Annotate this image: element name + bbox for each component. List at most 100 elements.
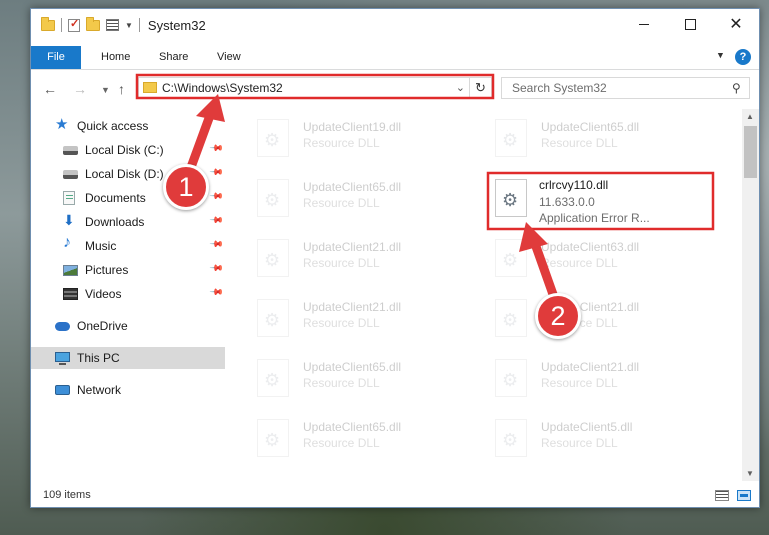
tab-home[interactable]: Home — [101, 46, 130, 69]
dll-file-icon — [495, 119, 527, 157]
forward-button[interactable]: → — [73, 81, 87, 97]
back-button[interactable]: ← — [43, 81, 57, 97]
file-name: UpdateClient65.dll — [303, 180, 402, 194]
file-name: UpdateClient5.dll — [541, 420, 633, 434]
close-button[interactable]: ✕ — [713, 9, 759, 39]
file-item[interactable]: UpdateClient65.dll Resource DLL — [231, 353, 457, 405]
file-item[interactable]: UpdateClient21.dll Resource DLL — [231, 293, 457, 345]
step-1-callout: 1 — [163, 164, 209, 210]
file-item[interactable]: UpdateClient21.dll Resource DLL — [469, 353, 695, 405]
file-item[interactable]: UpdateClient21.dll Resource DLL — [469, 293, 695, 345]
sidebar-item-label: Quick access — [77, 119, 149, 133]
file-type: Resource DLL — [303, 376, 380, 390]
up-button[interactable]: ↑ — [118, 81, 125, 97]
sidebar-item-this-pc[interactable]: This PC — [31, 347, 225, 369]
file-type: Resource DLL — [541, 436, 618, 450]
sidebar-item-local-disk-c[interactable]: Local Disk (C:) 📌 — [31, 139, 225, 161]
large-icons-view-icon[interactable] — [737, 490, 751, 501]
file-item-crlrcvy110[interactable]: crlrcvy110.dll 11.633.0.0 Application Er… — [495, 173, 721, 225]
documents-icon — [63, 191, 75, 205]
sidebar-item-music[interactable]: Music 📌 — [31, 234, 225, 257]
file-item[interactable]: UpdateClient19.dll Resource DLL — [231, 113, 457, 165]
details-view-icon[interactable] — [715, 490, 729, 501]
divider — [61, 18, 62, 32]
dll-file-icon — [257, 179, 289, 217]
dll-file-icon — [257, 359, 289, 397]
file-name: UpdateClient65.dll — [303, 420, 402, 434]
pin-icon[interactable]: 📌 — [209, 165, 224, 181]
network-icon — [55, 385, 70, 395]
properties-icon[interactable] — [106, 19, 119, 31]
file-description: Application Error R... — [539, 211, 650, 225]
pin-icon[interactable]: 📌 — [209, 237, 224, 253]
drive-icon — [63, 170, 78, 179]
sidebar-item-videos[interactable]: Videos 📌 — [31, 283, 225, 305]
address-path[interactable]: C:\Windows\System32 — [162, 81, 283, 95]
minimize-button[interactable] — [621, 9, 667, 39]
dll-file-icon — [495, 359, 527, 397]
sidebar-item-label: Music — [85, 239, 117, 253]
file-explorer-window: ▼ System32 ✕ File Home Share View ▲ ? ← … — [30, 8, 760, 508]
file-item[interactable]: UpdateClient65.dll Resource DLL — [469, 113, 695, 165]
sidebar-item-quick-access[interactable]: Quick access — [31, 115, 225, 137]
file-item[interactable]: UpdateClient65.dll Resource DLL — [231, 413, 457, 465]
tab-share[interactable]: Share — [159, 46, 188, 69]
file-item[interactable]: UpdateClient63.dll Resource DLL — [469, 233, 695, 285]
scrollbar-thumb[interactable] — [744, 126, 757, 178]
pictures-icon — [63, 265, 78, 276]
sidebar-item-downloads[interactable]: Downloads 📌 — [31, 211, 225, 233]
file-type: Resource DLL — [541, 136, 618, 150]
tab-file[interactable]: File — [31, 46, 81, 69]
sidebar-item-network[interactable]: Network — [31, 379, 225, 401]
recent-locations-dropdown-icon[interactable]: ▼ — [101, 85, 110, 95]
properties-check-icon[interactable] — [68, 17, 80, 32]
file-type: Resource DLL — [303, 136, 380, 150]
onedrive-icon — [55, 322, 70, 331]
tab-view[interactable]: View — [217, 46, 241, 69]
search-input[interactable]: Search System32 ⚲ — [501, 77, 750, 99]
customize-toolbar-dropdown-icon[interactable]: ▼ — [125, 21, 133, 30]
sidebar-item-onedrive[interactable]: OneDrive — [31, 315, 225, 337]
expand-ribbon-icon[interactable]: ▲ — [716, 51, 725, 61]
new-folder-icon[interactable] — [86, 16, 100, 31]
search-icon[interactable]: ⚲ — [732, 81, 741, 95]
vertical-scrollbar[interactable]: ▲ ▼ — [742, 109, 759, 481]
sidebar-item-label: Downloads — [85, 215, 145, 229]
sidebar-item-label: This PC — [77, 351, 120, 365]
pin-icon[interactable]: 📌 — [209, 213, 224, 229]
dll-file-icon — [257, 419, 289, 457]
file-list: UpdateClient19.dll Resource DLL UpdateCl… — [227, 109, 741, 481]
file-item[interactable]: UpdateClient21.dll Resource DLL — [231, 233, 457, 285]
window-controls: ✕ — [621, 9, 759, 39]
maximize-button[interactable] — [667, 9, 713, 39]
window-title: System32 — [147, 17, 206, 33]
dll-file-icon — [495, 419, 527, 457]
file-item[interactable]: UpdateClient65.dll Resource DLL — [231, 173, 457, 225]
file-type: Resource DLL — [541, 256, 618, 270]
pin-icon[interactable]: 📌 — [209, 261, 224, 277]
pc-icon — [55, 352, 70, 365]
address-bar[interactable]: C:\Windows\System32 ⌄ ↻ — [138, 77, 492, 99]
file-name: crlrcvy110.dll — [539, 178, 609, 192]
refresh-button[interactable]: ↻ — [469, 78, 491, 98]
scroll-down-icon[interactable]: ▼ — [746, 469, 754, 478]
scroll-up-icon[interactable]: ▲ — [746, 112, 754, 121]
sidebar-item-label: Videos — [85, 287, 122, 301]
sidebar-item-label: Network — [77, 383, 122, 397]
videos-icon — [63, 288, 78, 300]
pin-icon[interactable]: 📌 — [209, 189, 224, 205]
file-name: UpdateClient21.dll — [303, 240, 402, 254]
navigation-pane: Quick access Local Disk (C:) 📌 Local Dis… — [31, 109, 225, 481]
sidebar-item-pictures[interactable]: Pictures 📌 — [31, 259, 225, 281]
sidebar-item-label: Pictures — [85, 263, 129, 277]
pin-icon[interactable]: 📌 — [209, 285, 224, 301]
pin-icon[interactable]: 📌 — [209, 141, 224, 157]
chevron-down-icon[interactable]: ⌄ — [456, 81, 465, 94]
divider — [138, 18, 140, 32]
help-button[interactable]: ? — [735, 49, 751, 65]
file-type: Resource DLL — [303, 196, 380, 210]
file-item[interactable]: UpdateClient5.dll Resource DLL — [469, 413, 695, 465]
address-row: ← → ▼ ↑ C:\Windows\System32 ⌄ ↻ Search S… — [31, 73, 759, 105]
dll-file-icon — [495, 299, 527, 337]
music-icon — [63, 234, 78, 253]
